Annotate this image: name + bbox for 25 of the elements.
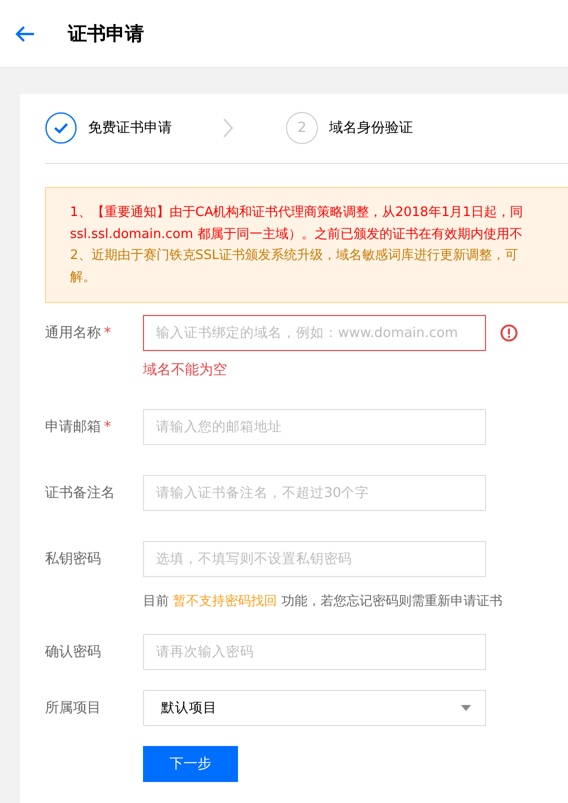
input-field[interactable]: 输入证书绑定的域名，例如：www.domain.com <box>143 315 486 351</box>
field-label: 证书备注名 <box>45 484 115 502</box>
required-marker: * <box>104 419 111 435</box>
page-title: 证书申请 <box>68 22 144 46</box>
step-label: 免费证书申请 <box>88 119 172 137</box>
next-button[interactable]: 下一步 <box>143 746 238 782</box>
chevron-right-icon <box>222 118 234 138</box>
notice-text: 2、近期由于赛门铁克SSL证书颁发系统升级，域名敏感词库进行更新调整，可 <box>70 247 520 265</box>
notice-text: ssl.ssl.domain.com 都属于同一主域）。之前已颁发的证书在有效期内使用不 <box>70 226 524 244</box>
notice-text: 1、【重要通知】由于CA机构和证书代理商策略调整，从2018年1月1日起，同 <box>70 204 524 222</box>
error-icon <box>500 324 518 342</box>
field-label: 所属项目 <box>45 699 101 717</box>
field-label: 私钥密码 <box>45 550 101 568</box>
step-number: 2 <box>286 112 318 144</box>
required-marker: * <box>104 325 111 341</box>
dropdown[interactable]: 默认项目 <box>143 690 486 726</box>
field-label: 通用名称 <box>45 324 101 342</box>
notice-text: 解。 <box>70 268 97 286</box>
field-label: 申请邮箱 <box>45 418 101 436</box>
step-label: 域名身份验证 <box>329 119 413 137</box>
caret-down-icon <box>461 705 471 711</box>
hint-text: 目前 暂不支持密码找回 功能，若您忘记密码则需重新申请证书 <box>143 593 502 610</box>
field-label: 确认密码 <box>45 643 101 661</box>
error-message: 域名不能为空 <box>143 361 228 379</box>
back-arrow-icon[interactable] <box>15 26 35 42</box>
